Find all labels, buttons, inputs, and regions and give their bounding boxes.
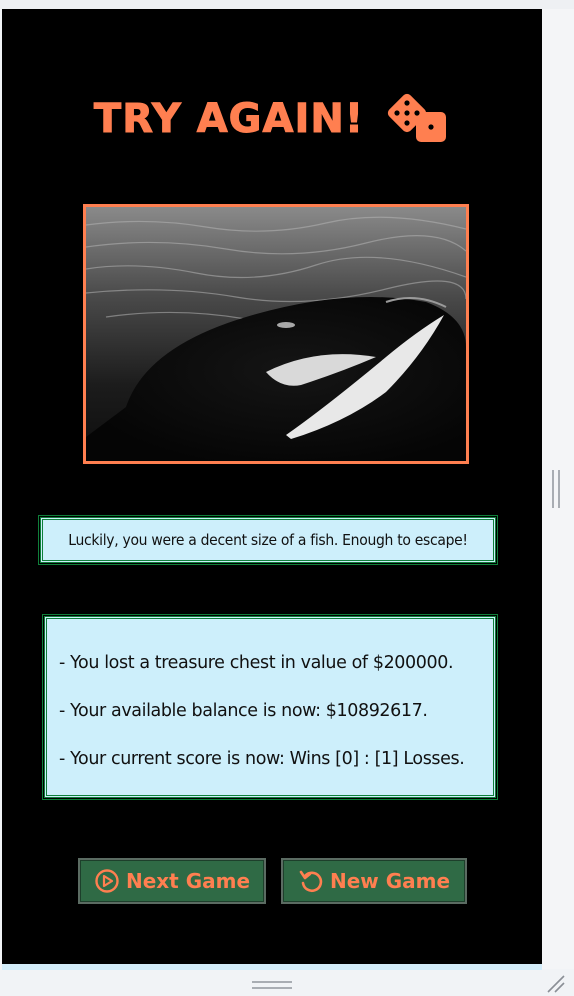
resize-corner-icon[interactable] (546, 974, 566, 994)
results-panel: - You lost a treasure chest in value of … (42, 614, 498, 800)
new-game-button[interactable]: New Game (281, 858, 467, 904)
result-title: TRY AGAIN! (93, 96, 365, 143)
horizontal-resize-handle[interactable] (252, 981, 292, 989)
play-circle-icon (95, 869, 119, 893)
new-game-label: New Game (329, 869, 451, 893)
balance-line: - Your available balance is now: $108926… (59, 701, 428, 721)
orca-photo (83, 204, 469, 464)
dice-icon (387, 93, 447, 142)
score-line: - Your current score is now: Wins [0] : … (59, 749, 465, 769)
outcome-message-box: Luckily, you were a decent size of a fis… (38, 515, 498, 565)
result-header: TRY AGAIN! (2, 87, 542, 151)
next-game-label: Next Game (125, 869, 251, 893)
vertical-resize-handle[interactable] (552, 470, 560, 508)
rotate-icon (299, 870, 323, 893)
loss-amount-line: - You lost a treasure chest in value of … (59, 653, 454, 673)
next-game-button[interactable]: Next Game (78, 858, 266, 904)
game-viewport: TRY AGAIN! Luckily, you were a decent si… (2, 9, 542, 964)
outcome-message: Luckily, you were a decent size of a fis… (68, 531, 468, 549)
window-top-edge (0, 0, 574, 9)
